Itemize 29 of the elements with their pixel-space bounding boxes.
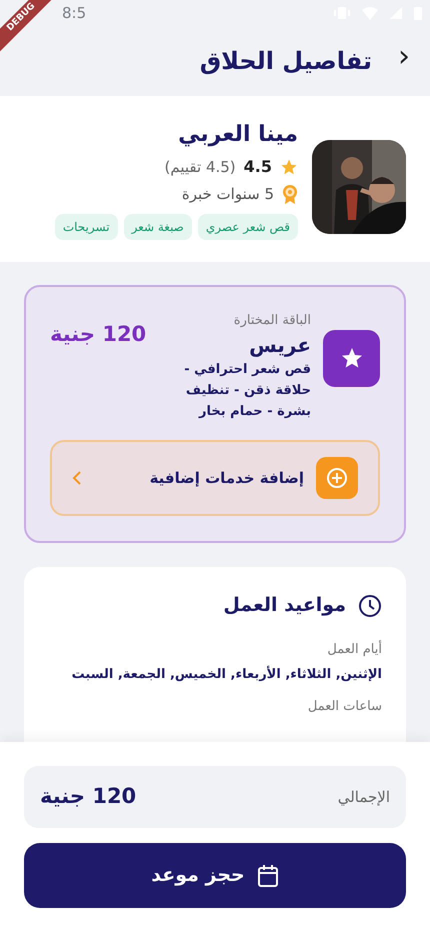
chevron-icon [72, 470, 82, 486]
hours-label: ساعات العمل [306, 698, 382, 716]
total-label: الإجمالي [338, 786, 390, 808]
page-title: تفاصيل الحلاق [200, 46, 372, 77]
calendar-icon [256, 864, 279, 888]
total-value: 120 جنية [40, 783, 136, 810]
days-label: أيام العمل [326, 640, 382, 659]
package-label: الباقة المختارة [232, 312, 311, 330]
medal-icon [282, 184, 298, 204]
specialty-tag: تسريحات [54, 214, 118, 240]
review-count: (4.5 تقييم) [164, 156, 236, 178]
specialty-tag: صبغة شعر [124, 214, 192, 240]
package-description: قص شعر احترافي - حلاقة ذقن - تنظيف بشرة - حمام بخار [183, 361, 311, 421]
rating-value: 4.5 [244, 156, 272, 178]
barber-name: مينا العربي [177, 121, 298, 149]
package-name: عريس [248, 332, 311, 359]
star-badge-icon [323, 330, 380, 386]
status-time: 8:5 [62, 2, 86, 24]
experience-text: 5 سنوات خبرة [182, 184, 274, 205]
specialty-tag: قص شعر عصري [198, 214, 298, 240]
clock-icon [358, 594, 382, 618]
book-button[interactable]: حجز موعد [24, 843, 406, 908]
hours-title: مواعيد العمل [223, 593, 346, 618]
back-button[interactable]: ‹ [398, 42, 410, 72]
add-icon [326, 467, 348, 490]
working-days: الإثنين, الثلاثاء, الأربعاء, الخميس, الجمعة, السبت [48, 665, 382, 685]
star-icon [280, 158, 298, 176]
package-price: 120 جنية [50, 320, 146, 348]
add-extras-button[interactable]: إضافة خدمات إضافية [50, 440, 380, 516]
